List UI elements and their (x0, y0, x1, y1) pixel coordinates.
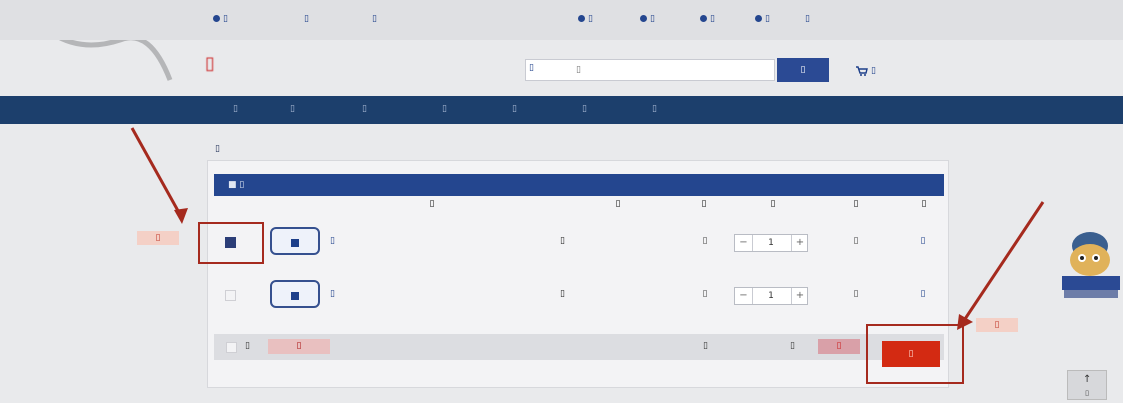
unit-price: ▯ (702, 236, 708, 246)
quantity-stepper: − 1 + (734, 287, 808, 305)
col-price: ▯ (701, 199, 707, 209)
search-button[interactable]: ▯ (777, 58, 829, 82)
top-link-5[interactable]: ▯ (640, 14, 696, 26)
annotation-arrow-step1 (130, 127, 188, 224)
search-bar: ▯ (525, 59, 775, 81)
total-label: ▯ (790, 341, 795, 351)
nav-item-3[interactable]: ▯ (362, 104, 418, 118)
bullet-icon (213, 15, 220, 22)
product-image-icon (291, 292, 299, 300)
delete-item-button[interactable]: ▯ (910, 289, 936, 301)
nav-item-2[interactable]: ▯ (290, 104, 340, 118)
nav-item-7[interactable]: ▯ (652, 104, 726, 118)
cart-panel-header: ■ ▯ (214, 174, 944, 196)
row-checkbox[interactable] (225, 290, 236, 301)
bullet-icon (640, 15, 647, 22)
cart-icon (856, 65, 868, 76)
unit-price: ▯ (702, 289, 708, 299)
site-logo[interactable]: ▯ (205, 53, 415, 83)
bullet-icon (700, 15, 707, 22)
cart-link[interactable]: ▯ (856, 62, 936, 80)
quantity-increment-button[interactable]: + (791, 288, 808, 304)
col-action: ▯ (921, 199, 927, 209)
product-name[interactable]: ▯ (330, 289, 400, 301)
selected-count: ▯ (703, 341, 708, 351)
top-link-7[interactable]: ▯ (755, 14, 803, 26)
search-category-select[interactable]: ▯ (529, 63, 569, 77)
top-link-6[interactable]: ▯ (700, 14, 748, 26)
product-thumbnail[interactable] (270, 227, 320, 255)
product-spec: ▯ (560, 289, 565, 299)
bullet-icon (578, 15, 585, 22)
nav-item-1[interactable]: ▯ (233, 104, 257, 118)
arrow-up-icon: ↑ (1083, 374, 1092, 385)
product-thumbnail[interactable] (270, 280, 320, 308)
quantity-increment-button[interactable]: + (791, 235, 808, 251)
total-value: ▯ (818, 339, 860, 354)
col-spec: ▯ (615, 199, 621, 209)
back-to-top-label: ▯ (1085, 389, 1089, 397)
search-input[interactable] (574, 61, 772, 79)
top-link-8[interactable]: ▯ (805, 14, 917, 26)
col-quantity: ▯ (770, 199, 776, 209)
bullet-icon (755, 15, 762, 22)
back-to-top-button[interactable]: ↑ ▯ (1067, 370, 1107, 400)
top-link-4[interactable]: ▯ (578, 14, 634, 26)
nav-item-4[interactable]: ▯ (442, 104, 484, 118)
breadcrumb: ▯ (215, 144, 220, 154)
delete-item-button[interactable]: ▯ (910, 236, 936, 248)
delete-selected-button[interactable]: ▯ (268, 339, 330, 354)
annotation-arrow-step2 (957, 201, 1045, 330)
row-subtotal: ▯ (853, 236, 859, 246)
product-image-icon (291, 239, 299, 247)
quantity-value[interactable]: 1 (753, 288, 789, 304)
col-subtotal: ▯ (853, 199, 859, 209)
quantity-decrement-button[interactable]: − (735, 288, 753, 304)
select-all-checkbox[interactable] (226, 342, 237, 353)
mascot-illustration (1062, 232, 1120, 298)
quantity-stepper: − 1 + (734, 234, 808, 252)
annotation-label-step1: ▯ (137, 231, 179, 245)
nav-item-6[interactable]: ▯ (582, 104, 624, 118)
row-subtotal: ▯ (853, 289, 859, 299)
quantity-value[interactable]: 1 (753, 235, 789, 251)
product-name[interactable]: ▯ (330, 236, 400, 248)
cart-header-icon: ■ (228, 180, 237, 190)
quantity-decrement-button[interactable]: − (735, 235, 753, 251)
top-links-bar: ▯ ▯ ▯ ▯ ▯ ▯ ▯ ▯ (0, 0, 1123, 40)
top-link-2[interactable]: ▯ (304, 14, 360, 26)
col-product: ▯ (429, 199, 435, 209)
nav-item-5[interactable]: ▯ (512, 104, 554, 118)
select-all-label: ▯ (245, 341, 250, 351)
top-link-1[interactable]: ▯ (213, 14, 273, 26)
product-spec: ▯ (560, 236, 565, 246)
top-link-3[interactable]: ▯ (372, 14, 532, 26)
